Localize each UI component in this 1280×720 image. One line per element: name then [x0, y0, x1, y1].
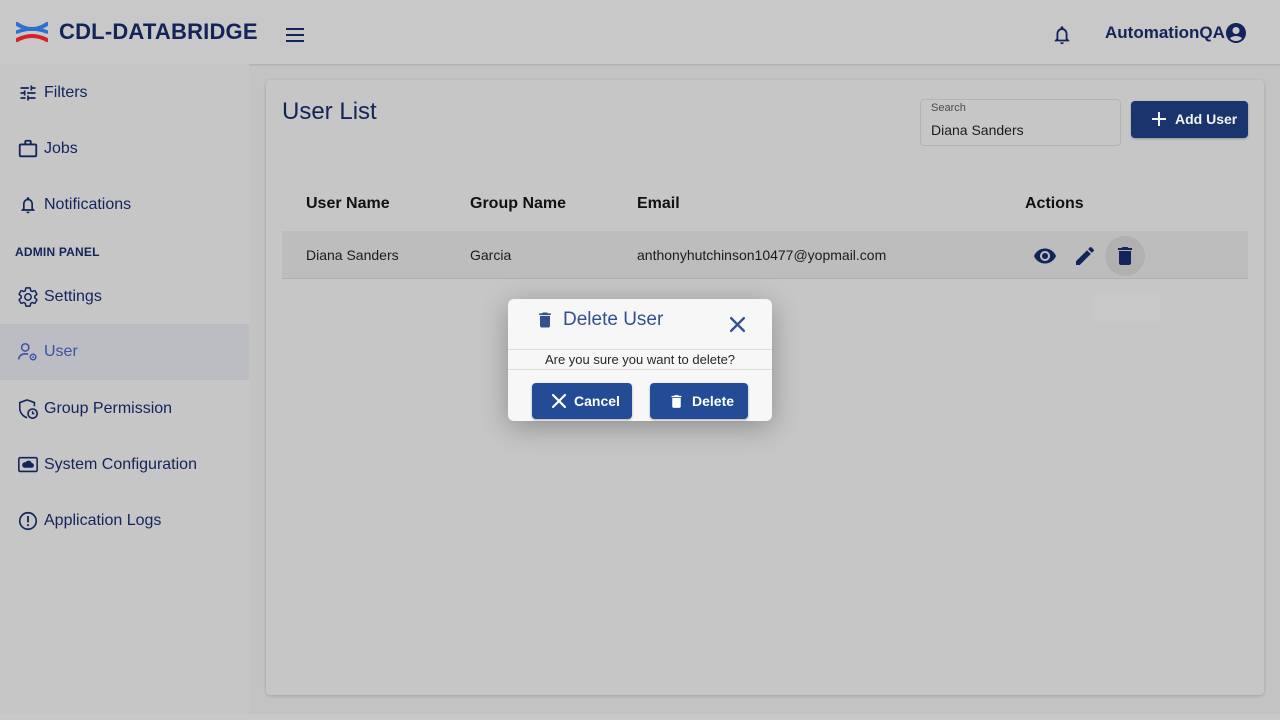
- cloud-screen-icon: [17, 454, 39, 476]
- sidebar-item-label: Group Permission: [44, 400, 173, 417]
- page-title: User List: [282, 98, 377, 125]
- sidebar-item-label: System Configuration: [44, 456, 197, 473]
- sidebar-item-label: Filters: [44, 84, 88, 101]
- sidebar-item-system-configuration[interactable]: System Configuration: [0, 437, 249, 493]
- cell-group-name: Garcia: [470, 247, 512, 263]
- gear-icon: [17, 286, 39, 308]
- tune-filters-icon: [17, 82, 39, 104]
- close-icon[interactable]: [729, 316, 746, 333]
- trash-icon: [671, 395, 682, 408]
- column-header-actions: Actions: [1025, 195, 1084, 212]
- column-header-email[interactable]: Email: [637, 195, 680, 213]
- sidebar-item-label: User: [44, 343, 78, 360]
- sidebar-item-label: Jobs: [44, 140, 78, 157]
- user-gear-icon: [17, 341, 39, 363]
- trash-icon[interactable]: [1113, 244, 1137, 268]
- cancel-button[interactable]: Cancel: [532, 383, 632, 419]
- sidebar-item-filters[interactable]: Filters: [0, 65, 249, 121]
- sidebar-item-application-logs[interactable]: Application Logs: [0, 493, 249, 549]
- cancel-label: Cancel: [574, 393, 620, 409]
- sidebar-item-settings[interactable]: Settings: [0, 269, 249, 325]
- briefcase-icon: [17, 138, 39, 160]
- plus-icon: [1152, 112, 1166, 126]
- delete-button[interactable]: Delete: [650, 383, 748, 419]
- divider: [508, 369, 772, 370]
- bell-icon: [17, 194, 39, 216]
- add-user-label: Add User: [1175, 111, 1238, 127]
- hamburger-menu-icon[interactable]: [284, 25, 306, 45]
- eye-icon[interactable]: [1033, 244, 1057, 268]
- trash-icon: [539, 312, 551, 328]
- sidebar-item-label: Application Logs: [44, 512, 162, 529]
- sidebar-item-user[interactable]: User: [0, 324, 249, 380]
- admin-panel-heading: ADMIN PANEL: [15, 245, 100, 259]
- search-input[interactable]: Search Diana Sanders: [920, 99, 1121, 146]
- cell-email: anthonyhutchinson10477@yopmail.com: [637, 247, 887, 263]
- sidebar: Filters Jobs Notifications ADMIN PANEL S…: [0, 64, 249, 714]
- shield-clock-icon: [17, 398, 39, 420]
- cell-user-name: Diana Sanders: [306, 247, 399, 263]
- sidebar-item-group-permission[interactable]: Group Permission: [0, 381, 249, 437]
- delete-user-dialog: Delete User Are you sure you want to del…: [508, 299, 772, 421]
- account-circle-icon[interactable]: [1224, 21, 1248, 45]
- column-header-user-name[interactable]: User Name: [306, 195, 390, 213]
- search-value: Diana Sanders: [931, 122, 1024, 138]
- top-app-bar: CDL-DATABRIDGE AutomationQA: [0, 0, 1280, 64]
- dialog-message: Are you sure you want to delete?: [544, 352, 736, 367]
- dialog-title: Delete User: [563, 309, 664, 330]
- sidebar-item-label: Notifications: [44, 196, 132, 213]
- divider: [508, 349, 772, 350]
- add-user-button[interactable]: Add User: [1131, 101, 1248, 138]
- pencil-icon[interactable]: [1073, 244, 1097, 268]
- tooltip: [1092, 292, 1160, 322]
- current-username[interactable]: AutomationQA: [1105, 23, 1225, 43]
- footer-strip: [0, 714, 1280, 720]
- sidebar-item-label: Settings: [44, 288, 102, 305]
- sidebar-item-notifications[interactable]: Notifications: [0, 177, 249, 233]
- close-icon: [551, 393, 567, 409]
- alert-circle-icon: [17, 510, 39, 532]
- databridge-logo-icon: [16, 22, 48, 42]
- bell-icon[interactable]: [1051, 23, 1073, 47]
- sidebar-item-jobs[interactable]: Jobs: [0, 121, 249, 177]
- search-label: Search: [931, 102, 966, 114]
- delete-label: Delete: [692, 393, 735, 409]
- brand-name: CDL-DATABRIDGE: [59, 19, 258, 44]
- column-header-group-name[interactable]: Group Name: [470, 195, 566, 213]
